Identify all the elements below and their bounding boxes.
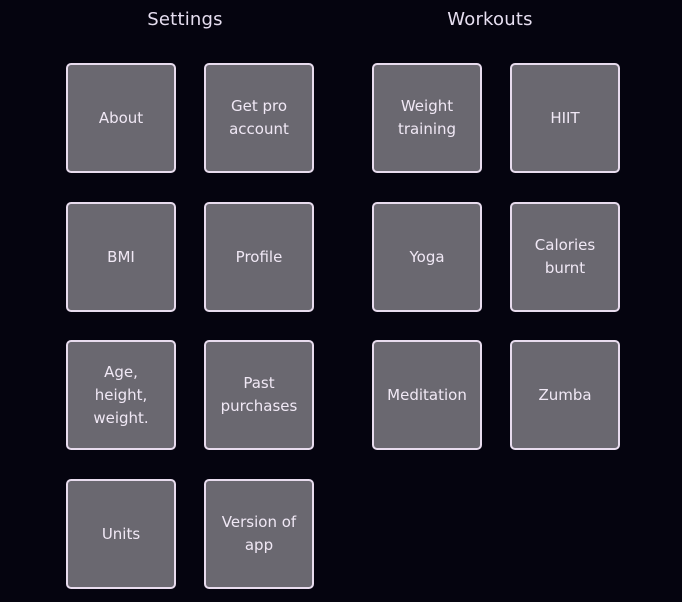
- settings-section-title: Settings: [147, 9, 223, 30]
- workouts-tile-calories-burnt[interactable]: Calories burnt: [510, 202, 620, 312]
- settings-tile-units[interactable]: Units: [66, 479, 176, 589]
- tile-label: Weight training: [397, 97, 457, 138]
- tile-label: Meditation: [387, 385, 467, 404]
- tile-label: Age, height, weight.: [93, 362, 149, 427]
- settings-tile-profile[interactable]: Profile: [204, 202, 314, 312]
- tile-label: Past purchases: [220, 374, 298, 415]
- settings-tile-bmi[interactable]: BMI: [66, 202, 176, 312]
- tile-label: Get pro account: [229, 97, 289, 138]
- settings-tile-past-purchases[interactable]: Past purchases: [204, 340, 314, 450]
- tile-label: BMI: [107, 247, 135, 266]
- settings-tile-get-pro-account[interactable]: Get pro account: [204, 63, 314, 173]
- settings-tile-version-of-app[interactable]: Version of app: [204, 479, 314, 589]
- workouts-tile-meditation[interactable]: Meditation: [372, 340, 482, 450]
- workouts-tile-yoga[interactable]: Yoga: [372, 202, 482, 312]
- workouts-tile-hiit[interactable]: HIIT: [510, 63, 620, 173]
- tile-label: Units: [101, 524, 141, 543]
- tile-label: Profile: [235, 247, 283, 266]
- tile-label: Calories burnt: [534, 236, 596, 277]
- tile-label: Version of app: [221, 513, 297, 554]
- tile-label: About: [98, 108, 144, 127]
- workouts-section-title: Workouts: [447, 9, 533, 30]
- settings-tile-age-height-weight[interactable]: Age, height, weight.: [66, 340, 176, 450]
- workouts-tile-zumba[interactable]: Zumba: [510, 340, 620, 450]
- tile-label: Yoga: [409, 247, 445, 266]
- settings-tile-about[interactable]: About: [66, 63, 176, 173]
- tile-label: Zumba: [538, 385, 592, 404]
- tile-label: HIIT: [550, 108, 580, 127]
- workouts-tile-weight-training[interactable]: Weight training: [372, 63, 482, 173]
